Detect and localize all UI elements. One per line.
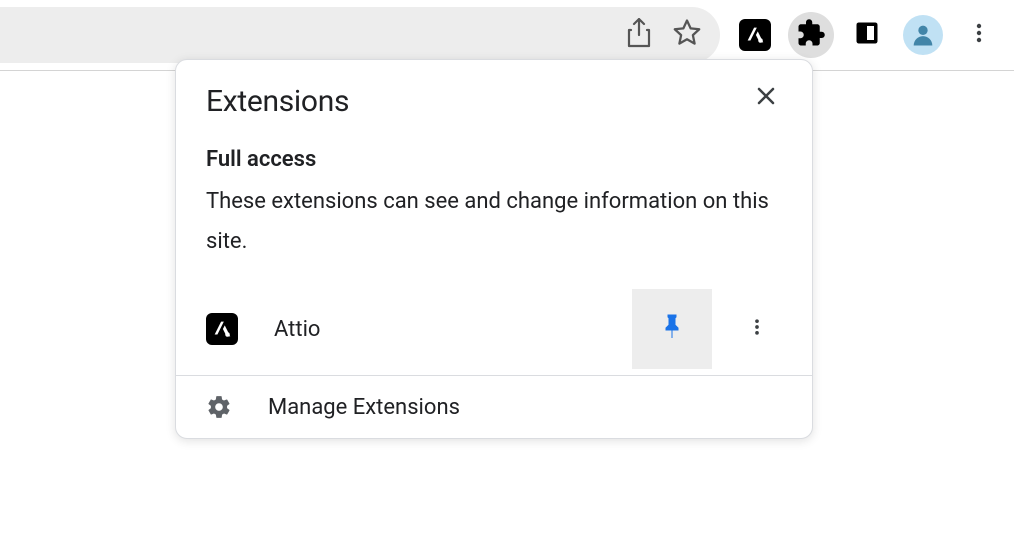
bookmark-star-icon[interactable]	[672, 18, 702, 52]
manage-extensions-label: Manage Extensions	[268, 395, 460, 420]
section-title: Full access	[206, 147, 782, 172]
browser-menu-button[interactable]	[956, 12, 1002, 58]
kebab-menu-icon	[967, 21, 991, 49]
extensions-popup: Extensions Full access These extensions …	[175, 59, 813, 439]
side-panel-icon	[853, 19, 881, 51]
avatar-icon	[903, 15, 943, 55]
popup-title: Extensions	[206, 84, 349, 119]
extension-name: Attio	[274, 317, 612, 342]
popup-header: Extensions	[176, 60, 812, 127]
profile-avatar-button[interactable]	[900, 12, 946, 58]
close-button[interactable]	[750, 80, 782, 116]
puzzle-icon	[796, 18, 826, 52]
attio-extension-toolbar-button[interactable]	[732, 12, 778, 58]
share-icon[interactable]	[626, 18, 652, 52]
pin-button[interactable]	[632, 289, 712, 369]
gear-icon	[206, 394, 232, 420]
close-icon	[754, 93, 778, 112]
popup-body: Full access These extensions can see and…	[176, 127, 812, 283]
extension-row[interactable]: Attio	[176, 283, 812, 375]
pin-icon	[660, 313, 684, 345]
attio-extension-icon	[206, 313, 238, 345]
toolbar-icons-group	[732, 12, 1002, 58]
kebab-menu-icon	[747, 317, 767, 341]
omnibox-right	[0, 7, 720, 63]
side-panel-toolbar-button[interactable]	[844, 12, 890, 58]
extensions-toolbar-button[interactable]	[788, 12, 834, 58]
attio-icon	[739, 19, 771, 51]
section-description: These extensions can see and change info…	[206, 182, 782, 261]
manage-extensions-button[interactable]: Manage Extensions	[176, 375, 812, 438]
extension-menu-button[interactable]	[732, 289, 782, 369]
